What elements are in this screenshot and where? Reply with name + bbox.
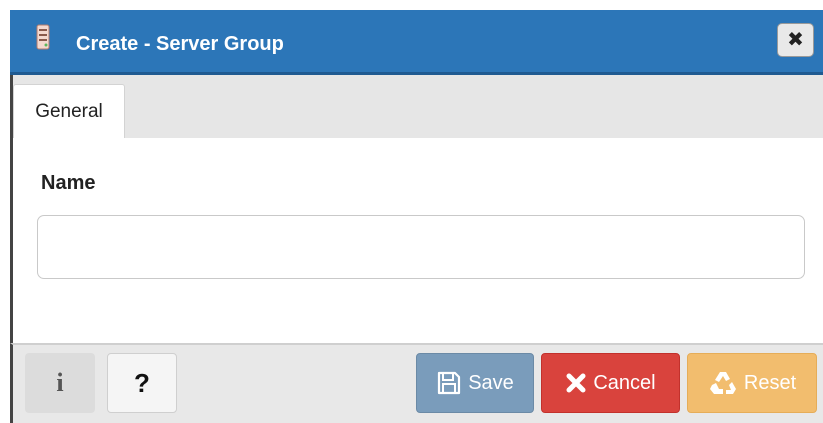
save-label: Save (468, 371, 514, 394)
save-button[interactable]: Save (416, 353, 534, 413)
recycle-icon (708, 369, 738, 397)
general-panel: Name (13, 138, 823, 343)
server-group-icon (36, 24, 50, 50)
close-icon: ✖ (787, 29, 804, 51)
name-input[interactable] (37, 215, 805, 279)
help-button[interactable]: ? (107, 353, 177, 413)
reset-button[interactable]: Reset (687, 353, 817, 413)
x-icon (565, 372, 587, 394)
name-label: Name (41, 172, 96, 194)
dialog-footer: i ? Save Cancel Reset (10, 343, 823, 423)
create-server-group-dialog: Create - Server Group ✖ General Name i ? (0, 0, 823, 423)
cancel-label: Cancel (593, 371, 656, 394)
tab-bar: General (13, 75, 823, 138)
cancel-button[interactable]: Cancel (541, 353, 680, 413)
floppy-disk-icon (436, 370, 462, 396)
dialog-body: General Name (10, 75, 823, 343)
help-icon: ? (134, 367, 150, 398)
reset-label: Reset (743, 371, 797, 394)
dialog-title: Create - Server Group (76, 33, 284, 55)
tab-general[interactable]: General (13, 84, 125, 138)
info-icon: i (56, 368, 64, 397)
info-button[interactable]: i (25, 353, 95, 413)
close-button[interactable]: ✖ (777, 23, 814, 57)
dialog-titlebar[interactable]: Create - Server Group ✖ (10, 10, 823, 75)
